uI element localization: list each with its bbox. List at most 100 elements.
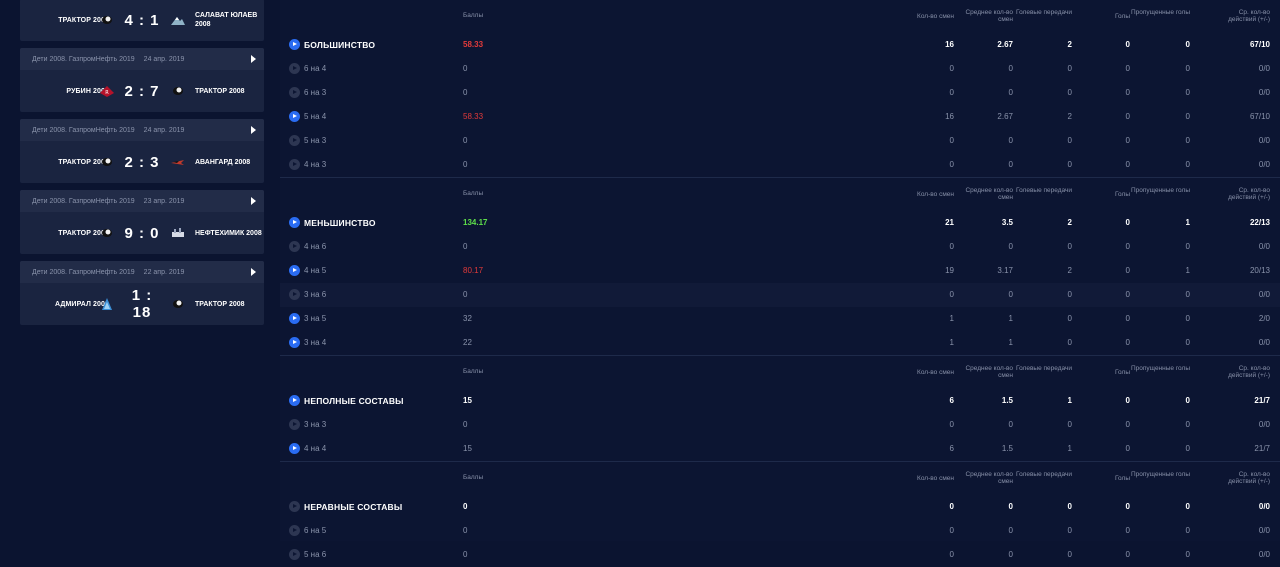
play-icon[interactable]	[289, 337, 300, 348]
match-card[interactable]: Дети 2008. ГазпромНефть 2019 23 апр. 2019…	[20, 190, 264, 254]
match-card[interactable]: ТРАКТОР 2008 4 : 1 САЛАВАТ ЮЛАЕВ 2008	[20, 0, 264, 41]
avg-shifts-column-header: Среднее кол-во смен	[965, 9, 1013, 23]
stats-row[interactable]: 3 на 4 22 1 1 0 0 0 0/0	[280, 331, 1280, 355]
stats-row[interactable]: 5 на 3 0 0 0 0 0 0 0/0	[280, 129, 1280, 153]
play-icon[interactable]	[289, 549, 300, 560]
row-label: 3 на 4	[304, 338, 327, 347]
shifts-value: 16	[945, 40, 954, 49]
play-icon[interactable]	[289, 159, 300, 170]
play-icon[interactable]	[289, 217, 300, 228]
stats-panel: Баллы Кол-во смен Среднее кол-во смен Голев…	[280, 0, 1280, 560]
play-icon[interactable]	[289, 419, 300, 430]
goals-value: 0	[1125, 396, 1130, 405]
score-value: 0	[463, 160, 468, 169]
play-icon[interactable]	[289, 135, 300, 146]
stats-row[interactable]: 4 на 5 80.17 19 3.17 2 0 1 20/13	[280, 259, 1280, 283]
stats-row[interactable]: 6 на 4 0 0 0 0 0 0 0/0	[280, 57, 1280, 81]
stats-row[interactable]: 6 на 3 0 0 0 0 0 0 0/0	[280, 81, 1280, 105]
assists-value: 0	[1067, 160, 1072, 169]
play-icon[interactable]	[289, 265, 300, 276]
play-icon[interactable]	[289, 443, 300, 454]
play-icon[interactable]	[289, 111, 300, 122]
assists-value: 1	[1067, 396, 1072, 405]
assists-value: 2	[1067, 112, 1072, 121]
section-title: НЕРАВНЫЕ СОСТАВЫ	[304, 502, 403, 512]
section-summary-row[interactable]: МЕНЬШИНСТВО 134.17 21 3.5 2 0 1 22/13	[280, 211, 1280, 235]
play-icon[interactable]	[289, 241, 300, 252]
play-icon[interactable]	[251, 197, 256, 205]
section-summary-row[interactable]: БОЛЬШИНСТВО 58.33 16 2.67 2 0 0 67/10	[280, 33, 1280, 57]
match-card[interactable]: Дети 2008. ГазпромНефть 2019 24 апр. 2019…	[20, 119, 264, 183]
stats-row[interactable]: 3 на 5 32 1 1 0 0 0 2/0	[280, 307, 1280, 331]
missed-goals-value: 0	[1185, 420, 1190, 429]
stats-row[interactable]: 3 на 6 0 0 0 0 0 0 0/0	[280, 283, 1280, 307]
stats-row[interactable]: 4 на 4 15 6 1.5 1 0 0 21/7	[280, 437, 1280, 461]
away-team-name: НЕФТЕХИМИК 2008	[195, 229, 262, 237]
play-icon[interactable]	[251, 268, 256, 276]
shifts-value: 0	[949, 526, 954, 535]
play-icon[interactable]	[251, 55, 256, 63]
assists-column-header: Голевые передачи	[1015, 365, 1072, 372]
avg-shifts-value: 1	[1008, 314, 1013, 323]
score-value: 0	[463, 526, 468, 535]
shifts-value: 0	[949, 136, 954, 145]
avg-shifts-value: 1.5	[1001, 396, 1013, 405]
stats-row[interactable]: 5 на 4 58.33 16 2.67 2 0 0 67/10	[280, 105, 1280, 129]
stats-row[interactable]: 4 на 6 0 0 0 0 0 0 0/0	[280, 235, 1280, 259]
stats-header-row: Баллы Кол-во смен Среднее кол-во смен Голев…	[280, 356, 1280, 389]
play-icon[interactable]	[289, 63, 300, 74]
score-column-header: Баллы	[463, 368, 484, 375]
ratio-value: 21/7	[1254, 444, 1270, 453]
match-card[interactable]: Дети 2008. ГазпромНефть 2019 22 апр. 2019…	[20, 261, 264, 325]
score-value: 0	[463, 502, 468, 511]
play-icon[interactable]	[289, 87, 300, 98]
tractor-logo-icon	[99, 225, 115, 241]
row-label: 3 на 3	[304, 420, 327, 429]
play-icon[interactable]	[289, 39, 300, 50]
play-icon[interactable]	[289, 289, 300, 300]
assists-value: 0	[1067, 502, 1072, 511]
assists-value: 0	[1067, 88, 1072, 97]
stats-row[interactable]: 5 на 6 0 0 0 0 0 0 0/0	[280, 543, 1280, 567]
row-label: 4 на 3	[304, 160, 327, 169]
play-icon[interactable]	[289, 395, 300, 406]
match-card-body: ТРАКТОР 2008 2 : 3 АВАНГАРД 2008	[20, 141, 264, 183]
row-label: 5 на 3	[304, 136, 327, 145]
assists-value: 0	[1067, 290, 1072, 299]
match-score: 1 : 18	[131, 287, 153, 321]
avg-shifts-value: 1	[1008, 338, 1013, 347]
tournament-name: Дети 2008. ГазпромНефть 2019	[32, 55, 135, 63]
avg-shifts-value: 0	[1008, 420, 1013, 429]
shifts-value: 0	[949, 420, 954, 429]
stats-row[interactable]: 6 на 5 0 0 0 0 0 0 0/0	[280, 519, 1280, 543]
ratio-column-header: Ср. кол-во действий (+/-)	[1228, 471, 1270, 485]
ratio-value: 22/13	[1249, 218, 1270, 227]
row-label: 6 на 4	[304, 64, 327, 73]
goals-value: 0	[1125, 112, 1130, 121]
section-summary-row[interactable]: НЕПОЛНЫЕ СОСТАВЫ 15 6 1.5 1 0 0 21/7	[280, 389, 1280, 413]
play-icon[interactable]	[251, 126, 256, 134]
tractor-logo-icon	[99, 154, 115, 170]
play-icon[interactable]	[289, 501, 300, 512]
shifts-value: 6	[949, 396, 954, 405]
stats-row[interactable]: 3 на 3 0 0 0 0 0 0 0/0	[280, 413, 1280, 437]
assists-value: 2	[1067, 218, 1072, 227]
rubin-logo-icon: R	[99, 83, 115, 99]
score-column-header: Баллы	[463, 12, 484, 19]
away-team-name: ТРАКТОР 2008	[195, 87, 245, 95]
goals-value: 0	[1125, 242, 1130, 251]
missed-goals-column-header: Пропущенные голы	[1131, 9, 1190, 16]
stats-row[interactable]: 4 на 3 0 0 0 0 0 0 0/0	[280, 153, 1280, 177]
tractor-logo-icon	[99, 12, 115, 28]
stats-header-row: Баллы Кол-во смен Среднее кол-во смен Голев…	[280, 0, 1280, 33]
section-summary-row[interactable]: НЕРАВНЫЕ СОСТАВЫ 0 0 0 0 0 0 0/0	[280, 495, 1280, 519]
match-card-header: Дети 2008. ГазпромНефть 2019 24 апр. 2019	[20, 119, 264, 141]
match-card[interactable]: Дети 2008. ГазпромНефть 2019 24 апр. 2019…	[20, 48, 264, 112]
play-icon[interactable]	[289, 313, 300, 324]
missed-goals-value: 0	[1185, 502, 1190, 511]
play-icon[interactable]	[289, 525, 300, 536]
ratio-column-header: Ср. кол-во действий (+/-)	[1228, 9, 1270, 23]
tractor-logo-icon	[170, 83, 186, 99]
shifts-value: 16	[945, 112, 954, 121]
section-title: МЕНЬШИНСТВО	[304, 218, 376, 228]
